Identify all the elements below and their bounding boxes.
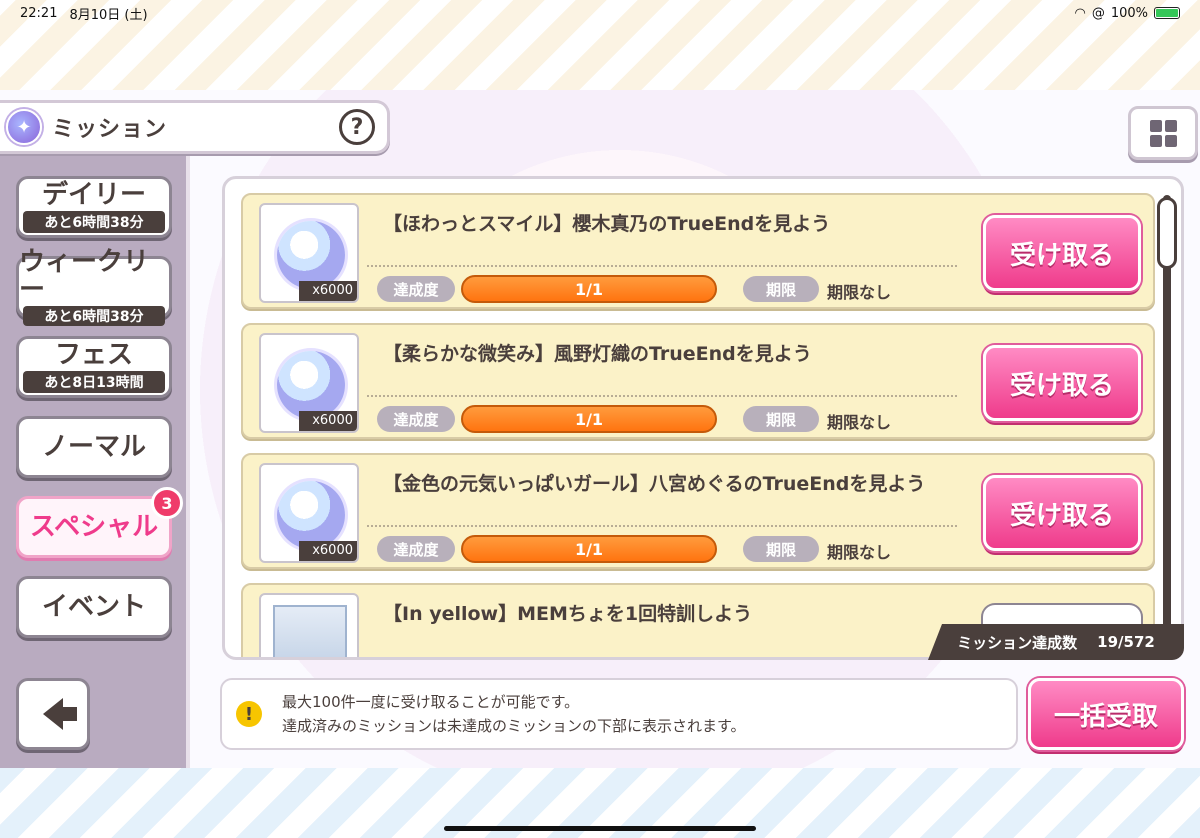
notification-badge: 3 — [151, 487, 183, 519]
mission-count: ミッション達成数 19/572 — [928, 624, 1184, 660]
progress-label: 達成度 — [377, 536, 455, 562]
status-bar: 22:21 8月10日 (土) ◠ @ 100% — [0, 0, 1200, 26]
progress-bar: 1/1 — [461, 405, 717, 433]
grid-menu-button[interactable] — [1128, 106, 1198, 160]
back-arrow-icon — [43, 698, 77, 730]
tab-remaining-time: あと8日13時間 — [23, 371, 165, 393]
tab-daily[interactable]: デイリー あと6時間38分 — [16, 176, 172, 238]
limit-label: 期限 — [743, 406, 819, 432]
progress-bar: 1/1 — [461, 275, 717, 303]
mission-card: x6000 【柔らかな微笑み】風野灯織のTrueEndを見よう 達成度 1/1 … — [241, 323, 1155, 439]
help-button[interactable]: ? — [339, 109, 375, 145]
bulk-claim-button[interactable]: 一括受取 — [1028, 678, 1184, 750]
limit-value: 期限なし — [827, 283, 892, 302]
tab-label: ウィークリー — [19, 247, 150, 305]
orientation-lock-icon: @ — [1091, 5, 1105, 21]
tab-label: イベント — [41, 592, 146, 622]
notice-box: ! 最大100件一度に受け取ることが可能です。 達成済みのミッションは未達成のミ… — [220, 678, 1018, 750]
mission-title: 【ほわっとスマイル】櫻木真乃のTrueEndを見よう — [383, 213, 831, 235]
gem-icon — [277, 481, 345, 549]
battery-percent: 100% — [1110, 5, 1148, 21]
tab-label: スペシャル — [29, 512, 159, 542]
notice-text: 最大100件一度に受け取ることが可能です。 達成済みのミッションは未達成のミッシ… — [282, 690, 746, 738]
tab-event[interactable]: イベント — [16, 576, 172, 638]
claim-button[interactable]: 受け取る — [983, 215, 1141, 291]
limit-label: 期限 — [743, 276, 819, 302]
progress-bar: 1/1 — [461, 535, 717, 563]
tab-label: デイリー — [41, 180, 146, 210]
tab-special[interactable]: スペシャル 3 — [16, 487, 183, 558]
mission-title: 【金色の元気いっぱいガール】八宮めぐるのTrueEndを見よう — [383, 473, 926, 495]
progress-label: 達成度 — [377, 276, 455, 302]
reward-quantity: x6000 — [299, 541, 357, 561]
tab-label: フェス — [54, 340, 133, 370]
tab-remaining-time: あと6時間38分 — [23, 211, 165, 233]
mission-icon: ✦ — [6, 109, 42, 145]
divider — [367, 265, 957, 267]
limit-value: 期限なし — [827, 413, 892, 432]
warning-icon: ! — [236, 701, 262, 727]
back-button[interactable] — [16, 678, 90, 750]
tab-remaining-time: あと6時間38分 — [23, 306, 165, 326]
reward-quantity: x6000 — [299, 411, 357, 431]
reward-item[interactable]: x6000 — [259, 463, 359, 563]
mission-title: 【柔らかな微笑み】風野灯織のTrueEndを見よう — [383, 343, 812, 365]
tab-normal[interactable]: ノーマル — [16, 416, 172, 478]
scrollbar-thumb[interactable] — [1157, 197, 1177, 269]
claim-button[interactable]: 受け取る — [983, 345, 1141, 421]
reward-quantity: x6000 — [299, 281, 357, 301]
reward-item[interactable]: x6000 — [259, 333, 359, 433]
reward-item[interactable]: x6000 — [259, 203, 359, 303]
gem-icon — [277, 351, 345, 419]
battery-icon — [1154, 7, 1180, 19]
divider — [367, 525, 957, 527]
notice-line: 達成済みのミッションは未達成のミッションの下部に表示されます。 — [282, 717, 746, 735]
progress-label: 達成度 — [377, 406, 455, 432]
tab-fes[interactable]: フェス あと8日13時間 — [16, 336, 172, 398]
limit-label: 期限 — [743, 536, 819, 562]
limit-value: 期限なし — [827, 543, 892, 562]
claim-button[interactable]: 受け取る — [983, 475, 1141, 551]
mission-count-value: 19/572 — [1097, 633, 1155, 651]
status-date: 8月10日 (土) — [69, 7, 148, 23]
tab-weekly[interactable]: ウィークリー あと6時間38分 — [16, 248, 172, 326]
reward-item[interactable] — [259, 593, 359, 657]
title-bar: ✦ ミッション ? — [0, 100, 390, 154]
mission-title: 【In yellow】MEMちょを1回特訓しよう — [383, 603, 753, 625]
wifi-icon: ◠ — [1074, 5, 1086, 21]
reward-photo-icon — [273, 605, 347, 657]
gem-icon — [277, 221, 345, 289]
notice-line: 最大100件一度に受け取ることが可能です。 — [282, 693, 580, 711]
tab-label: ノーマル — [41, 432, 146, 462]
grid-icon — [1149, 119, 1162, 132]
home-indicator[interactable] — [444, 826, 756, 831]
mission-count-label: ミッション達成数 — [957, 633, 1078, 652]
mission-list[interactable]: x6000 【ほわっとスマイル】櫻木真乃のTrueEndを見よう 達成度 1/1… — [222, 176, 1184, 660]
page-title: ミッション — [52, 117, 168, 142]
status-time: 22:21 — [20, 5, 58, 21]
divider — [367, 395, 957, 397]
mission-card: x6000 【ほわっとスマイル】櫻木真乃のTrueEndを見よう 達成度 1/1… — [241, 193, 1155, 309]
mission-card: x6000 【金色の元気いっぱいガール】八宮めぐるのTrueEndを見よう 達成… — [241, 453, 1155, 569]
